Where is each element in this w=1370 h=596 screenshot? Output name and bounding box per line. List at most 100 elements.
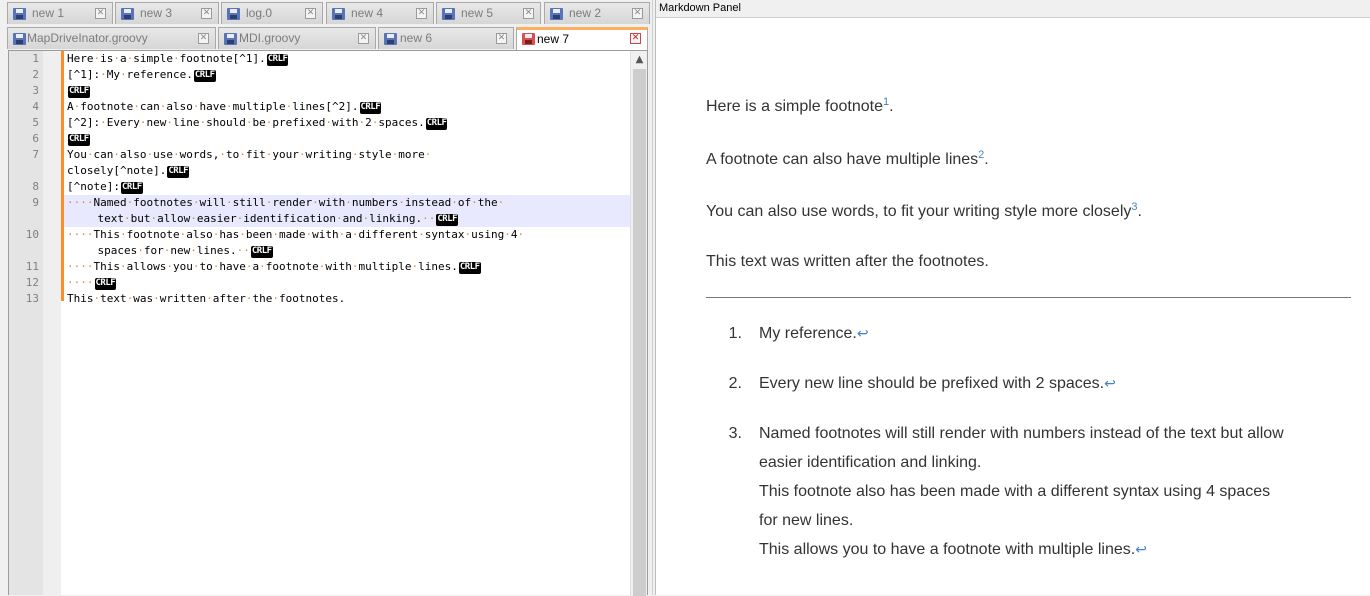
- close-icon[interactable]: ✕: [358, 33, 369, 44]
- code-line[interactable]: ····This·footnote·also·has·been·made·wit…: [67, 227, 524, 243]
- backref-arrow-icon[interactable]: ↩: [1104, 375, 1116, 391]
- line-number: 9: [32, 196, 39, 209]
- code-line-wrap[interactable]: spaces·for·new·lines.·· CRLF: [67, 243, 273, 259]
- crlf-marker: CRLF: [94, 278, 117, 290]
- tab-label: MDI.groovy: [239, 31, 301, 45]
- line-number: 3: [32, 84, 39, 97]
- code-line[interactable]: You·can·also·use·words,·to·fit·your·writ…: [67, 147, 431, 163]
- footnote-line: for new lines.: [759, 512, 854, 529]
- crlf-marker: CRLF: [167, 166, 190, 178]
- code-line[interactable]: ····Named·footnotes·will·still·render·wi…: [67, 195, 504, 211]
- scrollbar-thumb[interactable]: [633, 69, 646, 596]
- file-saved-icon: [227, 8, 240, 20]
- footnote-number: 2.: [728, 375, 742, 392]
- file-saved-icon: [384, 33, 397, 45]
- footnote-item: 2. Every new line should be prefixed wit…: [720, 369, 1350, 398]
- footnote-item: 1. My reference.↩: [720, 319, 1350, 348]
- fold-margin[interactable]: [43, 51, 61, 595]
- tab-log-0[interactable]: log.0 ✕: [221, 2, 323, 24]
- code-text: text·but·allow·easier·identification·and…: [97, 212, 436, 225]
- file-saved-icon: [13, 8, 26, 20]
- tab-bar-row-1: new 1 ✕ new 3 ✕ log.0 ✕ new 4 ✕ new 5 ✕ …: [0, 2, 652, 25]
- code-line[interactable]: CRLF: [67, 131, 90, 147]
- tab-new-4[interactable]: new 4 ✕: [326, 2, 434, 24]
- code-text: [^2]:·Every·new·line·should·be·prefixed·…: [67, 116, 425, 129]
- code-line-wrap[interactable]: text·but·allow·easier·identification·and…: [67, 211, 459, 227]
- line-number: 11: [25, 260, 39, 273]
- code-line[interactable]: [^2]:·Every·new·line·should·be·prefixed·…: [67, 115, 448, 131]
- code-text: Here·is·a·simple·footnote[^1].: [67, 52, 266, 65]
- tab-new-3[interactable]: new 3 ✕: [115, 2, 219, 24]
- code-text: This·text·was·written·after·the·footnote…: [67, 292, 346, 305]
- line-number: 5: [32, 116, 39, 129]
- code-text: spaces·for·new·lines.··: [97, 244, 250, 257]
- close-icon[interactable]: ✕: [95, 8, 106, 19]
- tab-new-1[interactable]: new 1 ✕: [7, 2, 113, 24]
- footnote-line: Named footnotes will still render with n…: [759, 425, 1284, 442]
- code-text: ····This·allows·you·to·have·a·footnote·w…: [67, 260, 458, 273]
- close-icon[interactable]: ✕: [198, 33, 209, 44]
- footnote-text: My reference.↩: [759, 325, 869, 342]
- code-line[interactable]: [^note]: CRLF: [67, 179, 143, 195]
- file-unsaved-icon: [522, 33, 535, 45]
- code-line[interactable]: This·text·was·written·after·the·footnote…: [67, 291, 345, 307]
- close-icon[interactable]: ✕: [201, 8, 212, 19]
- crlf-marker: CRLF: [458, 262, 481, 274]
- line-number: 4: [32, 100, 39, 113]
- code-line[interactable]: ···· CRLF: [67, 275, 117, 291]
- code-line[interactable]: [^1]:·My·reference. CRLF: [67, 67, 216, 83]
- crlf-marker: CRLF: [68, 134, 90, 146]
- close-icon[interactable]: ✕: [496, 33, 507, 44]
- code-line[interactable]: A·footnote·can·also·have·multiple·lines[…: [67, 99, 382, 115]
- line-number: 1: [32, 52, 39, 65]
- text-editor[interactable]: 1 2 3 4 5 6 7 8 9 10 11 12 13 Here·is·a·…: [8, 50, 648, 596]
- tab-new-5[interactable]: new 5 ✕: [436, 2, 541, 24]
- code-text: ····: [67, 276, 94, 289]
- tab-mapdriveinator-groovy[interactable]: MapDriveInator.groovy ✕: [7, 27, 216, 49]
- close-icon[interactable]: ✕: [305, 8, 316, 19]
- tab-mdi-groovy[interactable]: MDI.groovy ✕: [218, 27, 376, 49]
- tab-new-7[interactable]: new 7 ✕: [516, 27, 648, 50]
- footnote-text: Every new line should be prefixed with 2…: [759, 375, 1116, 392]
- tab-label: new 3: [140, 6, 173, 20]
- paragraph: You can also use words, to fit your writ…: [706, 201, 1142, 221]
- code-line-wrap[interactable]: closely[^note]. CRLF: [67, 163, 190, 179]
- footnote-number: 3.: [728, 425, 742, 442]
- crlf-marker: CRLF: [436, 214, 459, 226]
- code-text: [^note]:: [67, 180, 120, 193]
- paragraph: This text was written after the footnote…: [706, 253, 989, 270]
- footnote-line: This allows you to have a footnote with …: [759, 541, 1147, 558]
- scroll-up-arrow-icon[interactable]: ▲: [633, 53, 646, 67]
- file-saved-icon: [442, 8, 455, 20]
- backref-arrow-icon[interactable]: ↩: [1135, 541, 1147, 557]
- close-icon[interactable]: ✕: [416, 8, 427, 19]
- backref-arrow-icon[interactable]: ↩: [857, 325, 869, 341]
- close-icon[interactable]: ✕: [632, 8, 643, 19]
- footnote-text: Named footnotes will still render with n…: [759, 419, 1359, 564]
- editor-pane: new 1 ✕ new 3 ✕ log.0 ✕ new 4 ✕ new 5 ✕ …: [0, 0, 652, 596]
- code-text: You·can·also·use·words,·to·fit·your·writ…: [67, 148, 432, 161]
- file-saved-icon: [13, 33, 26, 45]
- line-number: 12: [25, 276, 39, 289]
- tab-label: new 6: [400, 31, 433, 45]
- crlf-marker: CRLF: [68, 86, 90, 98]
- line-number: 8: [32, 180, 39, 193]
- line-number: 7: [32, 148, 39, 161]
- file-saved-icon: [332, 8, 345, 20]
- vertical-scrollbar[interactable]: ▲: [630, 51, 647, 596]
- line-number: 13: [25, 292, 39, 305]
- close-icon[interactable]: ✕: [523, 8, 534, 19]
- close-icon[interactable]: ✕: [630, 33, 641, 44]
- code-line[interactable]: CRLF: [67, 83, 90, 99]
- code-text: A·footnote·can·also·have·multiple·lines[…: [67, 100, 359, 113]
- change-history-bar: [61, 51, 64, 301]
- footnotes-divider: [706, 297, 1351, 298]
- footnote-number: 1.: [728, 325, 742, 342]
- code-line[interactable]: Here·is·a·simple·footnote[^1]. CRLF: [67, 51, 289, 67]
- tab-new-2[interactable]: new 2 ✕: [544, 2, 650, 24]
- code-text: closely[^note].: [67, 164, 167, 177]
- footnote-line: easier identification and linking.: [759, 454, 982, 471]
- code-line[interactable]: ····This·allows·you·to·have·a·footnote·w…: [67, 259, 481, 275]
- code-text: ····This·footnote·also·has·been·made·wit…: [67, 228, 525, 241]
- tab-new-6[interactable]: new 6 ✕: [378, 27, 514, 49]
